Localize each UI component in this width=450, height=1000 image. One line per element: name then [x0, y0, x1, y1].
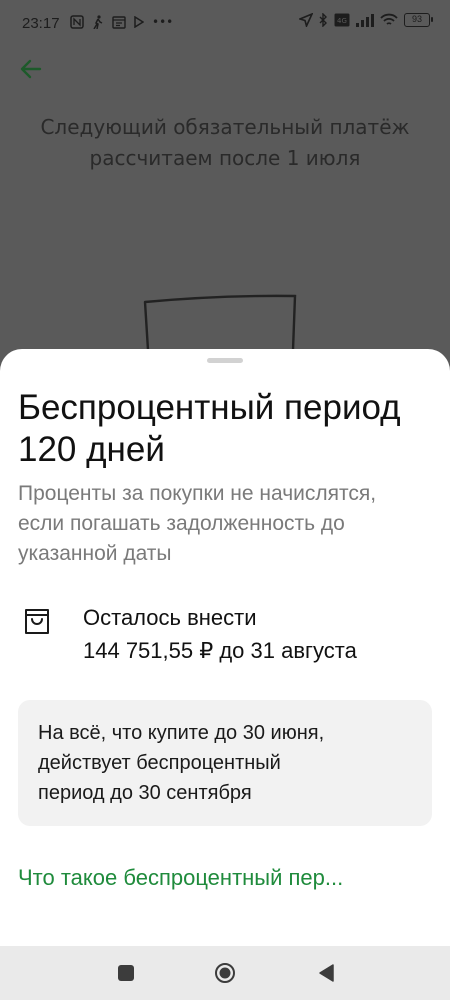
sheet-description-line2: если погашать задолженность до	[18, 512, 345, 535]
background-heading-line2: рассчитаем после 1 июля	[89, 146, 361, 170]
nfc-icon	[70, 15, 84, 29]
sheet-drag-handle[interactable]	[207, 358, 243, 363]
volte-icon: 4G	[334, 13, 350, 27]
remaining-amount-text: Осталось внести 144 751,55 ₽ до 31 авгус…	[83, 601, 357, 667]
svg-text:4G: 4G	[337, 17, 347, 25]
background-heading-line1: Следующий обязательный платёж	[40, 115, 410, 139]
back-triangle-icon	[319, 964, 334, 982]
more-icon: •••	[152, 15, 174, 29]
sheet-title-line1: Беспроцентный период	[18, 388, 401, 427]
walk-icon	[93, 15, 103, 29]
promo-line3: период до 30 сентября	[38, 782, 252, 804]
what-is-grace-period-link[interactable]: Что такое беспроцентный пер...	[18, 863, 432, 893]
bottom-sheet: Беспроцентный период 120 дней Проценты з…	[0, 349, 450, 946]
remaining-label: Осталось внести	[83, 605, 257, 630]
back-button[interactable]	[316, 962, 338, 984]
background-heading: Следующий обязательный платёж рассчитаем…	[0, 112, 450, 174]
status-bar: 23:17 ••• 4G 93	[0, 0, 450, 50]
back-arrow-icon[interactable]	[18, 56, 48, 86]
shopping-bag-icon	[25, 609, 49, 634]
sheet-title: Беспроцентный период 120 дней	[18, 387, 438, 471]
status-right-icons: 4G 93	[299, 13, 433, 27]
status-time: 23:17	[22, 15, 60, 32]
promo-card: На всё, что купите до 30 июня, действует…	[18, 700, 432, 826]
remaining-value: 144 751,55 ₽ до 31 августа	[83, 638, 357, 663]
remaining-amount-row: Осталось внести 144 751,55 ₽ до 31 авгус…	[18, 601, 438, 671]
bluetooth-icon	[319, 13, 327, 27]
wifi-icon	[380, 13, 398, 25]
illustration-icon	[143, 294, 297, 350]
home-circle-icon	[215, 963, 235, 983]
sheet-description-line1: Проценты за покупки не начислятся,	[18, 482, 377, 505]
system-nav-bar	[0, 946, 450, 1000]
sheet-title-line2: 120 дней	[18, 430, 165, 469]
play-icon	[134, 16, 144, 28]
calendar-icon	[112, 15, 126, 29]
square-icon	[118, 965, 134, 981]
location-icon	[299, 13, 313, 27]
recents-button[interactable]	[115, 962, 137, 984]
sheet-description: Проценты за покупки не начислятся, если …	[18, 479, 438, 569]
sheet-description-line3: указанной даты	[18, 542, 172, 565]
home-button[interactable]	[214, 962, 236, 984]
battery-icon: 93	[404, 13, 433, 27]
status-left-icons: •••	[70, 14, 173, 30]
signal-icon	[356, 14, 374, 27]
promo-line2: действует беспроцентный	[38, 752, 281, 774]
promo-line1: На всё, что купите до 30 июня,	[38, 722, 325, 744]
